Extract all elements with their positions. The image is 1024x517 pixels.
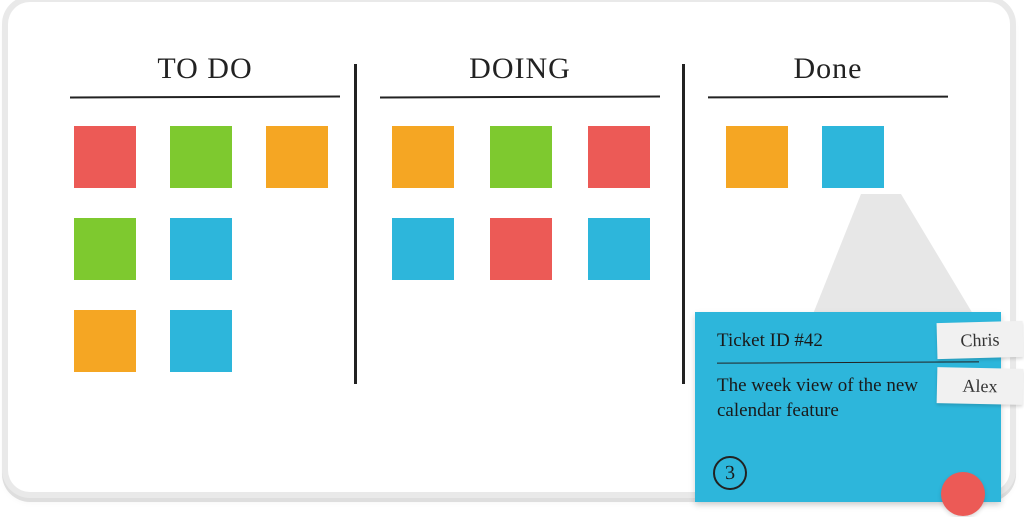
column-todo: TO DO: [70, 52, 340, 372]
column-title: TO DO: [70, 52, 340, 86]
assignee-tag[interactable]: Chris: [937, 321, 1024, 359]
column-underline: [380, 96, 660, 99]
story-points-value: 3: [725, 459, 736, 486]
empty-slot: [266, 218, 328, 280]
assignee-name: Chris: [960, 327, 1000, 352]
kanban-card[interactable]: [74, 310, 136, 372]
cards-grid-todo: [70, 116, 340, 372]
popover-divider: [717, 361, 979, 363]
kanban-card[interactable]: [170, 218, 232, 280]
column-underline: [70, 96, 340, 99]
column-divider: [354, 64, 357, 384]
story-points-circle: 3: [712, 455, 747, 490]
assignee-name: Alex: [962, 373, 998, 398]
flag-dot-icon: [941, 472, 985, 516]
kanban-card[interactable]: [170, 310, 232, 372]
kanban-card[interactable]: [74, 126, 136, 188]
column-doing: DOING: [380, 52, 660, 280]
kanban-card[interactable]: [392, 218, 454, 280]
kanban-card[interactable]: [490, 218, 552, 280]
cards-grid-done: [708, 116, 948, 188]
column-title: Done: [708, 52, 948, 86]
kanban-card[interactable]: [490, 126, 552, 188]
kanban-card[interactable]: [266, 126, 328, 188]
assignee-tag[interactable]: Alex: [937, 367, 1024, 405]
kanban-card[interactable]: [822, 126, 884, 188]
kanban-card[interactable]: [588, 218, 650, 280]
column-underline: [708, 96, 948, 99]
kanban-card[interactable]: [74, 218, 136, 280]
column-title: DOING: [380, 52, 660, 86]
column-done: Done: [708, 52, 948, 188]
kanban-card[interactable]: [170, 126, 232, 188]
column-divider: [682, 64, 685, 384]
callout-pointer: [813, 194, 973, 324]
cards-grid-doing: [380, 116, 660, 280]
ticket-detail-popover[interactable]: Ticket ID #42 The week view of the new c…: [695, 312, 1001, 502]
kanban-card[interactable]: [726, 126, 788, 188]
kanban-card[interactable]: [392, 126, 454, 188]
kanban-card[interactable]: [588, 126, 650, 188]
